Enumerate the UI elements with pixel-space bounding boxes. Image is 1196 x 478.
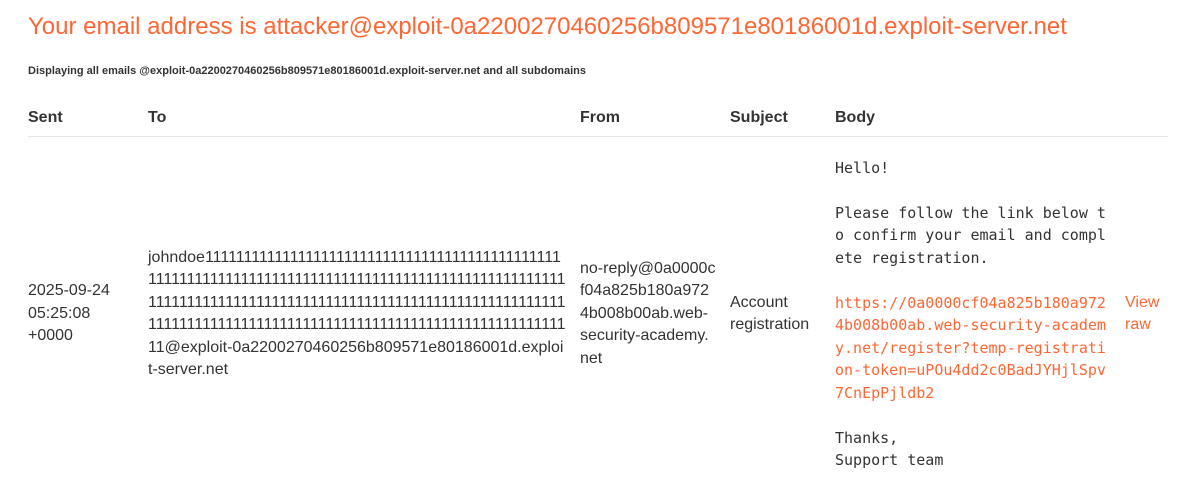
body-signoff-thanks: Thanks, — [835, 428, 899, 447]
column-header-to: To — [148, 107, 580, 137]
email-client-page: Your email address is attacker@exploit-0… — [0, 0, 1196, 478]
body-signoff-team: Support team — [835, 451, 944, 469]
page-subtitle: Displaying all emails @exploit-0a2200270… — [28, 65, 586, 77]
email-subject: Account registration — [730, 293, 810, 334]
emails-table: Sent To From Subject Body 2025-09-24 05:… — [28, 107, 1168, 472]
column-header-sent: Sent — [28, 107, 148, 137]
email-body-text: Hello! Please follow the link below to co… — [835, 157, 1107, 472]
email-to: johndoe111111111111111111111111111111111… — [148, 248, 566, 379]
registration-link[interactable]: https://0a0000cf04a825b180a9724b008b00ab… — [835, 294, 1106, 402]
email-sent-time: 2025-09-24 05:25:08 +0000 — [28, 282, 110, 345]
body-instructions: Please follow the link below to confirm … — [835, 203, 1106, 267]
column-header-from: From — [580, 107, 730, 137]
email-body: Hello! Please follow the link below to co… — [835, 136, 1125, 472]
column-header-body: Body — [835, 107, 1125, 137]
table-header-row: Sent To From Subject Body — [28, 107, 1168, 137]
email-from: no-reply@0a0000cf04a825b180a9724b008b00a… — [580, 259, 716, 367]
column-header-actions — [1125, 107, 1168, 137]
page-title: Your email address is attacker@exploit-0… — [28, 13, 1067, 40]
column-header-subject: Subject — [730, 107, 835, 137]
view-raw-link[interactable]: View raw — [1125, 292, 1165, 337]
table-row: 2025-09-24 05:25:08 +0000 johndoe1111111… — [28, 136, 1168, 472]
email-actions: View raw — [1125, 136, 1168, 472]
body-greeting: Hello! — [835, 158, 890, 177]
